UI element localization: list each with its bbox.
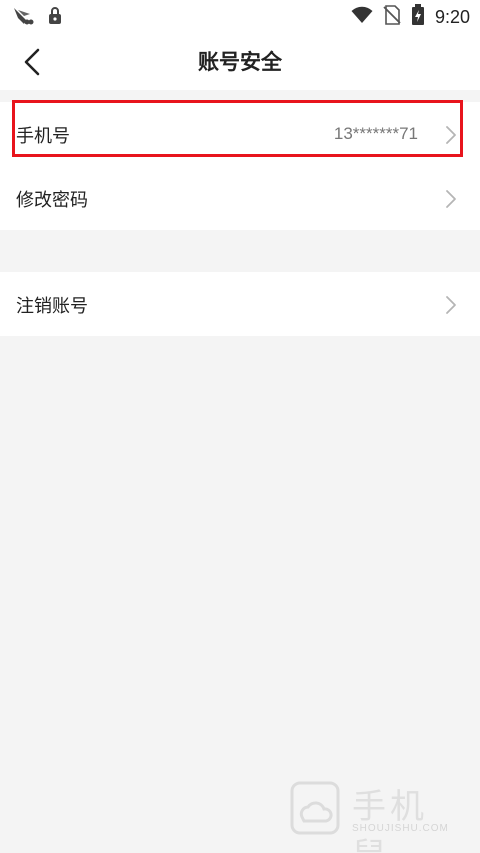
settings-group-delete: 注销账号 [0,272,480,336]
wifi-icon [351,6,373,28]
delete-account-label: 注销账号 [16,296,88,317]
change-password-row[interactable]: 修改密码 [0,166,480,230]
status-bar: 9:20 [0,0,480,34]
chevron-right-icon [446,190,456,208]
watermark-logo-icon [290,781,340,835]
change-password-label: 修改密码 [16,190,88,211]
delete-account-row[interactable]: 注销账号 [0,272,480,336]
highlight-box [12,100,463,157]
screen: 9:20 账号安全 手机号 13*******71 修改密码 注销账号 手机 S… [0,0,480,853]
app-notification-icon [12,6,34,30]
clock: 9:20 [434,6,470,27]
page-title: 账号安全 [198,50,282,74]
battery-charging-icon [411,4,425,30]
watermark: 手机鼠 SHOUJISHU.COM [288,779,458,853]
watermark-text: 手机鼠 [352,787,428,853]
no-sim-icon [383,5,401,29]
chevron-right-icon [446,296,456,314]
title-bar: 账号安全 [0,34,480,90]
watermark-subtext: SHOUJISHU.COM [352,823,449,834]
lock-icon [48,7,62,29]
